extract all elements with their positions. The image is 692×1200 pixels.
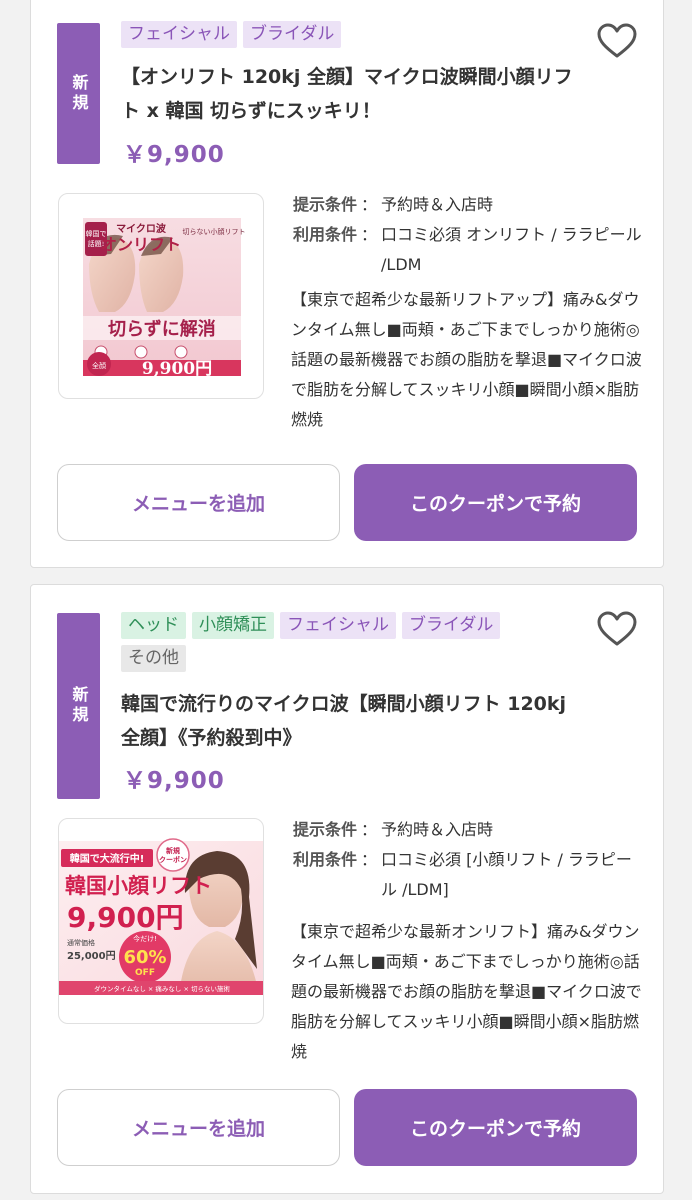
tag-face-correction: 小顔矯正 xyxy=(192,612,274,639)
add-menu-button[interactable]: メニューを追加 xyxy=(57,1089,340,1166)
new-badge: 新規 xyxy=(57,23,100,164)
coupon-description: 【東京で超希少な最新リフトアップ】痛み&ダウンタイム無し■両頬・あご下までしっか… xyxy=(291,290,642,429)
image-discount-pre: 今だけ! xyxy=(133,934,157,943)
image-catch: 切らずに解消 xyxy=(108,318,216,340)
add-menu-button[interactable]: メニューを追加 xyxy=(57,464,340,541)
tag-facial: フェイシャル xyxy=(280,612,396,639)
coupon-price: ￥9,900 xyxy=(123,142,225,168)
reserve-label: このクーポンで予約 xyxy=(409,493,581,515)
image-kicker: マイクロ波 xyxy=(116,222,167,235)
coupon-description: 【東京で超希少な最新オンリフト】痛み&ダウンタイム無し■両頬・あご下までしっかり… xyxy=(291,922,642,1061)
tag-facial: フェイシャル xyxy=(121,21,237,48)
image-badge-line2: クーポン xyxy=(159,855,187,864)
reserve-label: このクーポンで予約 xyxy=(409,1118,581,1140)
coupon-image-art: 韓国で 話題! マイクロ波 オンリフト 切らない小顔リフト 切らずに解消 全顔 … xyxy=(83,218,246,379)
image-price-tag: 全顔 xyxy=(92,361,106,370)
image-discount-off: OFF xyxy=(135,968,155,978)
heart-outline-icon xyxy=(597,611,637,646)
tag-list: ヘッド 小顔矯正 フェイシャル ブライダル その他 xyxy=(121,612,561,672)
condition-row: 提示条件 ： 予約時＆入店時 xyxy=(293,815,643,845)
image-regular-price: 25,000円 xyxy=(67,950,116,962)
add-menu-label: メニューを追加 xyxy=(131,493,265,515)
condition-value: 予約時＆入店時 xyxy=(381,820,494,839)
reserve-button[interactable]: このクーポンで予約 xyxy=(354,464,637,541)
favorite-button[interactable] xyxy=(597,611,637,647)
condition-label: 利用条件 xyxy=(293,850,358,869)
tag-bridal: ブライダル xyxy=(243,21,342,48)
tag-other: その他 xyxy=(121,645,186,672)
coupon-conditions: 提示条件 ： 予約時＆入店時 利用条件 ： 口コミ必須 オンリフト / ララピー… xyxy=(293,190,643,280)
image-footer: ダウンタイムなし × 痛みなし × 切らない施術 xyxy=(94,984,231,993)
new-badge: 新規 xyxy=(57,613,100,799)
condition-label: 提示条件 xyxy=(293,195,358,214)
tag-head: ヘッド xyxy=(121,612,186,639)
add-menu-label: メニューを追加 xyxy=(131,1118,265,1140)
image-side-note: 切らない小顔リフト xyxy=(183,227,246,236)
image-headline: 韓国小顔リフト xyxy=(65,874,212,898)
coupon-image-art: 韓国で大流行中! 新規 クーポン 韓国小顔リフト 9,900円 通常価格 25,… xyxy=(59,838,263,995)
condition-value: 口コミ必須 オンリフト / ララピール /LDM xyxy=(381,225,642,274)
tag-bridal: ブライダル xyxy=(402,612,501,639)
coupon-title[interactable]: 韓国で流行りのマイクロ波【瞬間小顔リフト 120kj 全顔】《予約殺到中》 xyxy=(121,687,591,755)
coupon-card[interactable]: 新規 フェイシャル ブライダル 【オンリフト 120kj 全顔】マイクロ波瞬間小… xyxy=(30,0,664,568)
image-badge-line1: 新規 xyxy=(166,846,180,855)
condition-label: 提示条件 xyxy=(293,820,358,839)
condition-row: 利用条件 ： 口コミ必須 [小顔リフト / ララピール /LDM] xyxy=(293,845,643,905)
coupon-card[interactable]: 新規 ヘッド 小顔矯正 フェイシャル ブライダル その他 韓国で流行りのマイクロ… xyxy=(30,584,664,1194)
coupon-image[interactable]: 韓国で大流行中! 新規 クーポン 韓国小顔リフト 9,900円 通常価格 25,… xyxy=(58,818,264,1024)
condition-value: 口コミ必須 [小顔リフト / ララピール /LDM] xyxy=(381,850,632,899)
coupon-price: ￥9,900 xyxy=(123,768,225,794)
coupon-image[interactable]: 韓国で 話題! マイクロ波 オンリフト 切らない小顔リフト 切らずに解消 全顔 … xyxy=(58,193,264,399)
reserve-button[interactable]: このクーポンで予約 xyxy=(354,1089,637,1166)
condition-label: 利用条件 xyxy=(293,225,358,244)
condition-row: 利用条件 ： 口コミ必須 オンリフト / ララピール /LDM xyxy=(293,220,643,280)
coupon-title[interactable]: 【オンリフト 120kj 全顔】マイクロ波瞬間小顔リフト x 韓国 切らずにスッ… xyxy=(121,60,591,128)
coupon-conditions: 提示条件 ： 予約時＆入店時 利用条件 ： 口コミ必須 [小顔リフト / ララピ… xyxy=(293,815,643,905)
heart-outline-icon xyxy=(597,23,637,58)
image-price: 9,900円 xyxy=(142,359,212,379)
favorite-button[interactable] xyxy=(597,23,637,59)
image-discount: 60% xyxy=(123,947,166,968)
condition-value: 予約時＆入店時 xyxy=(381,195,494,214)
condition-row: 提示条件 ： 予約時＆入店時 xyxy=(293,190,643,220)
image-price: 9,900円 xyxy=(67,901,184,934)
image-regular-label: 通常価格 xyxy=(67,938,95,947)
tag-list: フェイシャル ブライダル xyxy=(121,21,561,48)
image-headline: オンリフト xyxy=(101,235,181,254)
image-ribbon: 韓国で大流行中! xyxy=(70,852,145,865)
